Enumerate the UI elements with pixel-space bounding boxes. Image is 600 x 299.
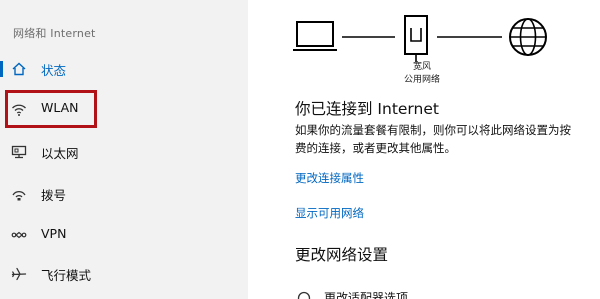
adapter-options-label: 更改适配器选项 — [324, 291, 409, 299]
sidebar-item-label: 以太网 — [41, 146, 79, 161]
status-title: 你已连接到 Internet — [295, 100, 439, 118]
active-indicator — [0, 61, 3, 77]
sidebar-item-label: WLAN — [41, 100, 79, 115]
sidebar-header: 网络和 Internet — [13, 27, 96, 40]
network-type: 公用网络 — [403, 75, 440, 85]
sidebar: 网络和 Internet 状态 WLAN 以太网 拨号 VPN 飞行模式 — [0, 0, 248, 299]
sidebar-item-wlan[interactable]: WLAN — [0, 92, 248, 126]
network-name: 宽风 — [412, 62, 431, 72]
sidebar-item-airplane[interactable]: 飞行模式 — [0, 257, 248, 291]
sidebar-item-dialup[interactable]: 拨号 — [0, 177, 248, 211]
sidebar-item-label: 状态 — [41, 63, 67, 78]
sidebar-item-label: 飞行模式 — [41, 268, 92, 283]
sidebar-item-ethernet[interactable]: 以太网 — [0, 135, 248, 169]
sidebar-item-label: 拨号 — [41, 188, 67, 203]
adapter-icon — [297, 291, 311, 299]
show-networks-link[interactable]: 显示可用网络 — [295, 205, 364, 221]
settings-section-title: 更改网络设置 — [295, 246, 389, 264]
airplane-icon — [11, 267, 27, 281]
dialup-icon — [12, 191, 26, 201]
home-icon — [12, 62, 26, 76]
status-description: 如果你的流量套餐有限制，则你可以将此网络设置为按 费的连接，或者更改其他属性。 — [295, 121, 600, 157]
status-desc-line1: 如果你的流量套餐有限制，则你可以将此网络设置为按 — [295, 123, 571, 137]
sidebar-item-label: VPN — [41, 226, 67, 241]
router-icon — [404, 15, 428, 62]
ethernet-icon — [11, 145, 27, 159]
network-caption: 宽风 公用网络 — [397, 61, 447, 87]
wifi-icon — [12, 104, 26, 116]
globe-icon — [509, 18, 547, 56]
change-properties-link[interactable]: 更改连接属性 — [295, 170, 364, 186]
vpn-icon — [11, 231, 27, 239]
laptop-icon — [293, 21, 337, 51]
sidebar-item-vpn[interactable]: VPN — [0, 218, 248, 252]
adapter-options-item[interactable]: 更改适配器选项 — [297, 289, 597, 299]
sidebar-item-status[interactable]: 状态 — [0, 52, 248, 86]
status-desc-line2: 费的连接，或者更改其他属性。 — [295, 141, 456, 155]
